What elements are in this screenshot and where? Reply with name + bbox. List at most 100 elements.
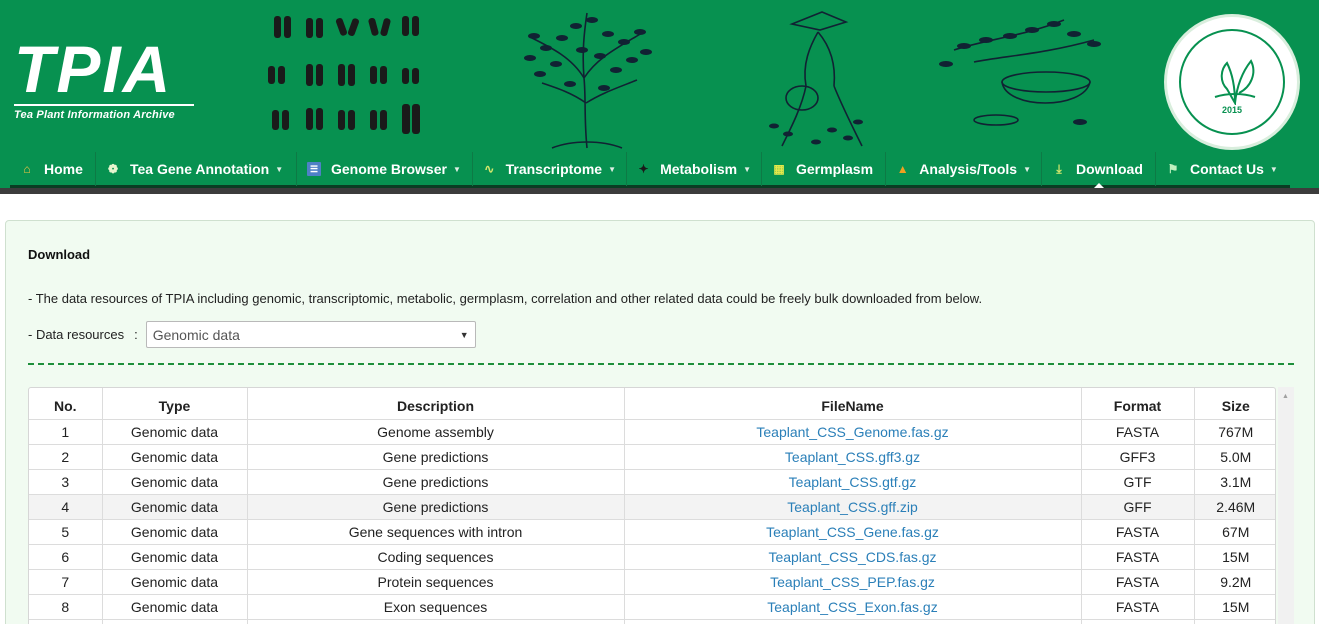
cell-format: GFF3 (1081, 444, 1195, 470)
download-icon: ⤓ (1056, 162, 1062, 176)
table-scrollbar[interactable]: ▲ (1278, 387, 1294, 624)
cell-no: 8 (29, 594, 103, 620)
file-download-link[interactable]: Teaplant_CSS_CDS.fas.gz (624, 544, 1082, 570)
logo-subtitle: Tea Plant Information Archive (14, 109, 175, 121)
data-resources-label: - Data resources (28, 327, 125, 342)
table-row-hovered: 4 Genomic data Gene predictions Teaplant… (29, 494, 1275, 520)
nav-item-genome-browser[interactable]: ☰ Genome Browser ▼ (297, 152, 473, 186)
nav-genome-browser-label: Genome Browser (331, 161, 447, 177)
cell-type: Genomic data (102, 519, 248, 545)
file-download-link[interactable]: Teaplant_CSS.gtf.gz (624, 469, 1082, 495)
table-header-row: No. Type Description FileName Format Siz… (29, 388, 1275, 420)
cell-description: Gene sequences with intron (247, 519, 625, 545)
cell-type: Genomic data (102, 469, 248, 495)
tea-tree-illustration (524, 12, 652, 149)
nav-home-label: Home (44, 161, 83, 177)
cell-size: 15M (1194, 594, 1275, 620)
file-download-link[interactable]: Teaplant_CSS_Exon.fas.gz (624, 594, 1082, 620)
download-panel: Download - The data resources of TPIA in… (5, 220, 1315, 624)
cell-description: Exon sequences (247, 594, 625, 620)
seal-year: 2015 (1221, 105, 1243, 115)
cell-size: 767M (1194, 419, 1275, 445)
table-row (29, 619, 1275, 624)
table-row: 6 Genomic data Coding sequences Teaplant… (29, 544, 1275, 570)
molecule-icon: ✦ (638, 162, 649, 176)
nav-tea-gene-annotation-label: Tea Gene Annotation (130, 161, 270, 177)
chevron-down-icon: ▼ (275, 164, 284, 174)
grid-icon: ▦ (773, 162, 785, 176)
table-row: 5 Genomic data Gene sequences with intro… (29, 519, 1275, 545)
cell-no: 6 (29, 544, 103, 570)
cell-no: 3 (29, 469, 103, 495)
cell-format: FASTA (1081, 519, 1195, 545)
header-shadow-bar (0, 188, 1319, 194)
chevron-down-icon: ▼ (1269, 164, 1278, 174)
chevron-down-icon: ▼ (452, 164, 461, 174)
home-icon: ⌂ (23, 162, 31, 176)
dna-icon: ∿ (484, 162, 495, 176)
lab-seal-logo: 2015 (1164, 14, 1300, 150)
nav-item-transcriptome[interactable]: ∿ Transcriptome ▼ (473, 152, 627, 186)
cell-empty (624, 619, 1082, 624)
file-download-link[interactable]: Teaplant_CSS_Genome.fas.gz (624, 419, 1082, 445)
col-header-description: Description (247, 388, 625, 420)
file-download-link[interactable]: Teaplant_CSS_PEP.fas.gz (624, 569, 1082, 595)
cell-empty (29, 619, 103, 624)
cell-empty (247, 619, 625, 624)
cell-size: 9.2M (1194, 569, 1275, 595)
col-header-filename: FileName (624, 388, 1082, 420)
nav-metabolism-label: Metabolism (660, 161, 738, 177)
nav-item-download[interactable]: ⤓ Download (1042, 152, 1156, 188)
scroll-up-arrow-icon[interactable]: ▲ (1282, 393, 1289, 400)
cell-description: Coding sequences (247, 544, 625, 570)
table-row: 2 Genomic data Gene predictions Teaplant… (29, 444, 1275, 470)
nav-item-home[interactable]: ⌂ Home (10, 152, 96, 186)
main-nav: ⌂ Home ❁ Tea Gene Annotation ▼ ☰ Genome … (10, 152, 1290, 188)
chevron-down-icon: ▼ (1023, 164, 1031, 174)
tools-icon: ▲ (896, 162, 909, 176)
cell-size: 15M (1194, 544, 1275, 570)
nav-item-germplasm[interactable]: ▦ Germplasm (762, 152, 886, 186)
site-header: TPIA Tea Plant Information Archive 2015 … (0, 0, 1319, 188)
cell-description: Genome assembly (247, 419, 625, 445)
cell-description: Gene predictions (247, 494, 625, 520)
nav-item-tea-gene-annotation[interactable]: ❁ Tea Gene Annotation ▼ (96, 152, 297, 186)
site-logo[interactable]: TPIA Tea Plant Information Archive (14, 36, 204, 121)
cell-description: Protein sequences (247, 569, 625, 595)
cell-type: Genomic data (102, 544, 248, 570)
chevron-down-icon: ▼ (608, 164, 616, 174)
download-table-container: No. Type Description FileName Format Siz… (28, 387, 1276, 624)
flag-icon: ⚑ (1167, 162, 1179, 176)
nav-transcriptome-label: Transcriptome (505, 161, 603, 177)
nav-contact-us-label: Contact Us (1190, 161, 1264, 177)
nav-item-analysis-tools[interactable]: ▲ Analysis/Tools ▼ (886, 152, 1042, 186)
table-row: 7 Genomic data Protein sequences Teaplan… (29, 569, 1275, 595)
cell-type: Genomic data (102, 569, 248, 595)
intro-text: - The data resources of TPIA including g… (28, 291, 983, 306)
page-title: Download (28, 247, 91, 262)
dashed-divider (28, 363, 1294, 365)
file-download-link[interactable]: Teaplant_CSS.gff.zip (624, 494, 1082, 520)
cell-type: Genomic data (102, 419, 248, 445)
cell-format: GTF (1081, 469, 1195, 495)
cell-format: FASTA (1081, 569, 1195, 595)
file-download-link[interactable]: Teaplant_CSS_Gene.fas.gz (624, 519, 1082, 545)
chevron-down-icon: ▼ (459, 329, 469, 340)
nav-analysis-tools-label: Analysis/Tools (919, 161, 1018, 177)
data-resources-select[interactable]: Genomic data ▼ (145, 321, 476, 348)
cell-format: FASTA (1081, 544, 1195, 570)
cell-size: 2.46M (1194, 494, 1275, 520)
leaf-icon: ❁ (107, 162, 119, 176)
table-row: 8 Genomic data Exon sequences Teaplant_C… (29, 594, 1275, 620)
nav-item-metabolism[interactable]: ✦ Metabolism ▼ (627, 152, 762, 186)
nav-item-contact-us[interactable]: ⚑ Contact Us ▼ (1156, 152, 1290, 186)
cell-description: Gene predictions (247, 469, 625, 495)
nav-germplasm-label: Germplasm (796, 161, 874, 177)
cell-no: 2 (29, 444, 103, 470)
file-download-link[interactable]: Teaplant_CSS.gff3.gz (624, 444, 1082, 470)
cell-description: Gene predictions (247, 444, 625, 470)
logo-text: TPIA (14, 32, 173, 106)
book-icon: ☰ (307, 162, 321, 176)
tea-bowl-illustration (939, 19, 1101, 126)
col-header-format: Format (1081, 388, 1195, 420)
